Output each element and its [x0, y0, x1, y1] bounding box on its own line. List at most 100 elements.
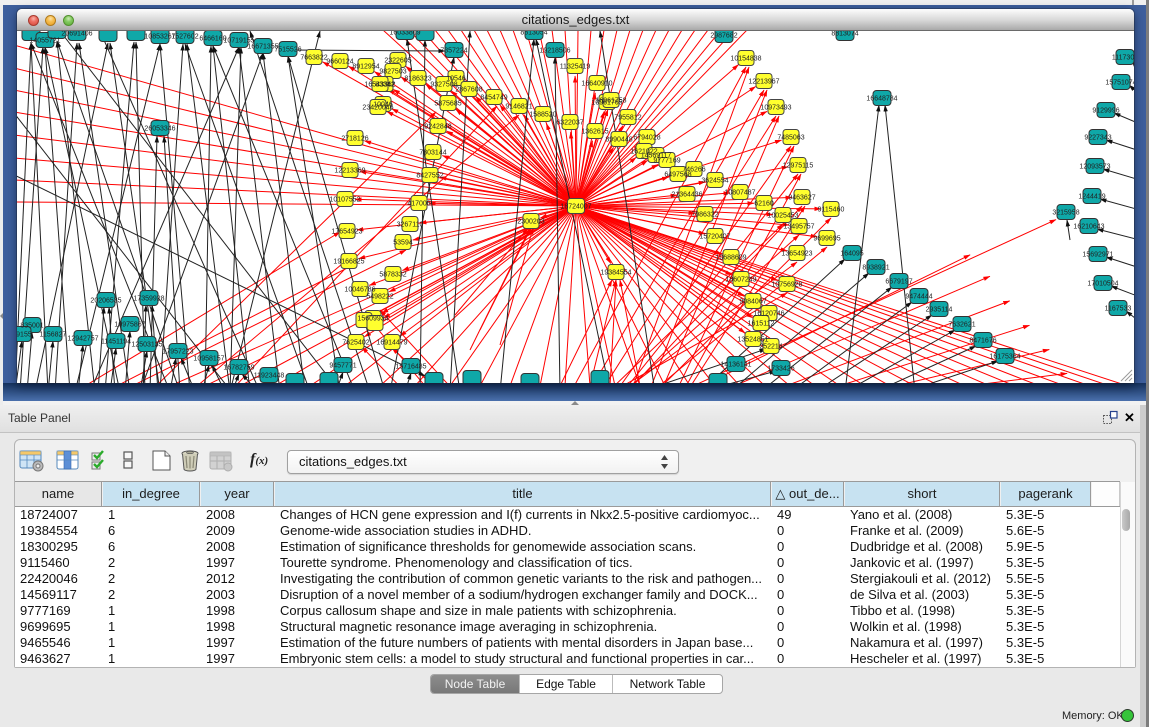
- svg-text:53594: 53594: [393, 240, 413, 247]
- svg-text:11923448: 11923448: [254, 373, 285, 380]
- svg-text:9463627: 9463627: [788, 195, 815, 202]
- svg-text:1588520: 1588520: [529, 112, 556, 119]
- svg-text:39155: 39155: [17, 332, 32, 339]
- svg-text:7803144: 7803144: [419, 150, 446, 157]
- svg-text:17957223: 17957223: [162, 349, 193, 356]
- svg-text:10046786: 10046786: [344, 287, 375, 294]
- svg-text:2867608: 2867608: [455, 87, 482, 94]
- svg-text:16914479: 16914479: [376, 340, 407, 347]
- svg-text:10688609: 10688609: [715, 255, 746, 262]
- svg-text:19384554: 19384554: [600, 270, 631, 277]
- svg-text:12942757: 12942757: [67, 336, 98, 343]
- svg-text:9327508: 9327508: [430, 82, 457, 89]
- svg-text:7485063: 7485063: [777, 135, 804, 142]
- svg-text:9115460: 9115460: [818, 207, 845, 214]
- svg-text:252214: 252214: [759, 344, 782, 351]
- svg-text:16210643: 16210643: [1073, 224, 1104, 231]
- svg-text:6497568: 6497568: [664, 172, 691, 179]
- svg-text:10975867: 10975867: [114, 322, 145, 329]
- svg-text:62160: 62160: [754, 201, 774, 208]
- svg-text:9474444: 9474444: [905, 294, 932, 301]
- svg-text:1527602: 1527602: [171, 34, 198, 41]
- svg-text:12093573: 12093573: [1079, 164, 1110, 171]
- svg-text:9129996: 9129996: [1092, 108, 1119, 115]
- svg-text:10756928: 10756928: [771, 282, 802, 289]
- svg-text:5878332: 5878332: [379, 272, 406, 279]
- svg-text:14055721: 14055721: [29, 38, 60, 45]
- svg-text:9777169: 9777169: [653, 158, 680, 165]
- svg-text:7625402: 7625402: [342, 340, 369, 347]
- svg-text:8912954: 8912954: [352, 64, 379, 71]
- svg-text:5498222: 5498222: [366, 294, 393, 301]
- svg-text:16543362: 16543362: [364, 82, 395, 89]
- svg-text:13524851: 13524851: [737, 337, 768, 344]
- svg-text:3624554: 3624554: [701, 178, 728, 185]
- svg-text:10958157: 10958157: [193, 356, 224, 363]
- svg-text:2718126: 2718126: [341, 136, 368, 143]
- svg-text:14136141: 14136141: [720, 362, 751, 369]
- svg-text:1156827: 1156827: [40, 332, 67, 339]
- svg-text:2987682: 2987682: [710, 33, 737, 40]
- svg-text:3267110: 3267110: [397, 222, 424, 229]
- svg-text:12503135: 12503135: [131, 342, 162, 349]
- svg-text:5875685: 5875685: [434, 101, 461, 108]
- svg-text:6794028: 6794028: [633, 135, 660, 142]
- svg-text:15720407: 15720407: [699, 234, 730, 241]
- svg-text:7357224: 7357224: [440, 48, 467, 55]
- svg-text:7515526: 7515526: [274, 47, 301, 54]
- svg-text:17654923: 17654923: [331, 229, 362, 236]
- svg-text:12975115: 12975115: [783, 163, 814, 170]
- svg-text:6679197: 6679197: [885, 279, 912, 286]
- svg-text:16640910: 16640910: [581, 81, 612, 88]
- svg-text:8938921: 8938921: [862, 265, 889, 272]
- svg-text:7663822: 7663822: [300, 55, 327, 62]
- svg-text:23420046: 23420046: [362, 105, 393, 112]
- svg-text:13654923: 13654923: [781, 251, 812, 258]
- svg-text:1117304: 1117304: [1112, 55, 1134, 62]
- svg-text:9699695: 9699695: [813, 236, 840, 243]
- svg-text:9242848: 9242848: [424, 124, 451, 131]
- svg-text:26053346: 26053346: [144, 126, 175, 133]
- svg-text:835001: 835001: [20, 323, 43, 330]
- svg-text:417006: 417006: [407, 201, 430, 208]
- svg-text:7986322: 7986322: [691, 212, 718, 219]
- svg-text:16175364: 16175364: [989, 354, 1020, 361]
- svg-text:16120746: 16120746: [753, 311, 784, 318]
- svg-text:16782759: 16782759: [223, 365, 254, 372]
- svg-text:2322605: 2322605: [384, 58, 411, 65]
- svg-text:164095: 164095: [840, 251, 863, 258]
- svg-text:9146821: 9146821: [505, 104, 532, 111]
- svg-text:1733426: 1733426: [767, 366, 794, 373]
- svg-text:1167533: 1167533: [1105, 306, 1132, 313]
- svg-text:10107552: 10107552: [329, 197, 360, 204]
- svg-text:3215958: 3215958: [1052, 210, 1079, 217]
- svg-text:8813054: 8813054: [520, 31, 547, 37]
- svg-text:13495757: 13495757: [783, 224, 814, 231]
- svg-text:20206535: 20206535: [90, 298, 121, 305]
- svg-text:8186323: 8186323: [404, 76, 431, 83]
- svg-text:10154838: 10154838: [730, 56, 761, 63]
- svg-text:1362615: 1362615: [581, 129, 608, 136]
- svg-text:18724007: 18724007: [560, 204, 591, 211]
- svg-text:15692971: 15692971: [1082, 252, 1113, 259]
- svg-text:10973493: 10973493: [760, 105, 791, 112]
- svg-text:11451194: 11451194: [101, 339, 131, 346]
- svg-text:15751074: 15751074: [1105, 80, 1134, 87]
- svg-text:7632621: 7632621: [948, 322, 975, 329]
- svg-text:19218506: 19218506: [539, 48, 570, 55]
- svg-text:8454749: 8454749: [480, 95, 507, 102]
- svg-text:1615112: 1615112: [748, 321, 775, 328]
- svg-text:7955812: 7955812: [614, 115, 641, 122]
- svg-text:9227343: 9227343: [1084, 135, 1111, 142]
- svg-text:20691406: 20691406: [61, 31, 92, 38]
- svg-text:9457771: 9457771: [329, 363, 356, 370]
- svg-text:19166825: 19166825: [333, 259, 364, 266]
- svg-text:15716485: 15716485: [395, 364, 426, 371]
- svg-text:16648784: 16648784: [866, 96, 897, 103]
- svg-text:21364436: 21364436: [671, 192, 702, 199]
- svg-text:8427552: 8427552: [416, 173, 443, 180]
- svg-text:10025453: 10025453: [767, 213, 798, 220]
- svg-text:15609934: 15609934: [357, 316, 388, 323]
- svg-text:8471676: 8471676: [969, 338, 996, 345]
- svg-text:16961758: 16961758: [595, 98, 626, 105]
